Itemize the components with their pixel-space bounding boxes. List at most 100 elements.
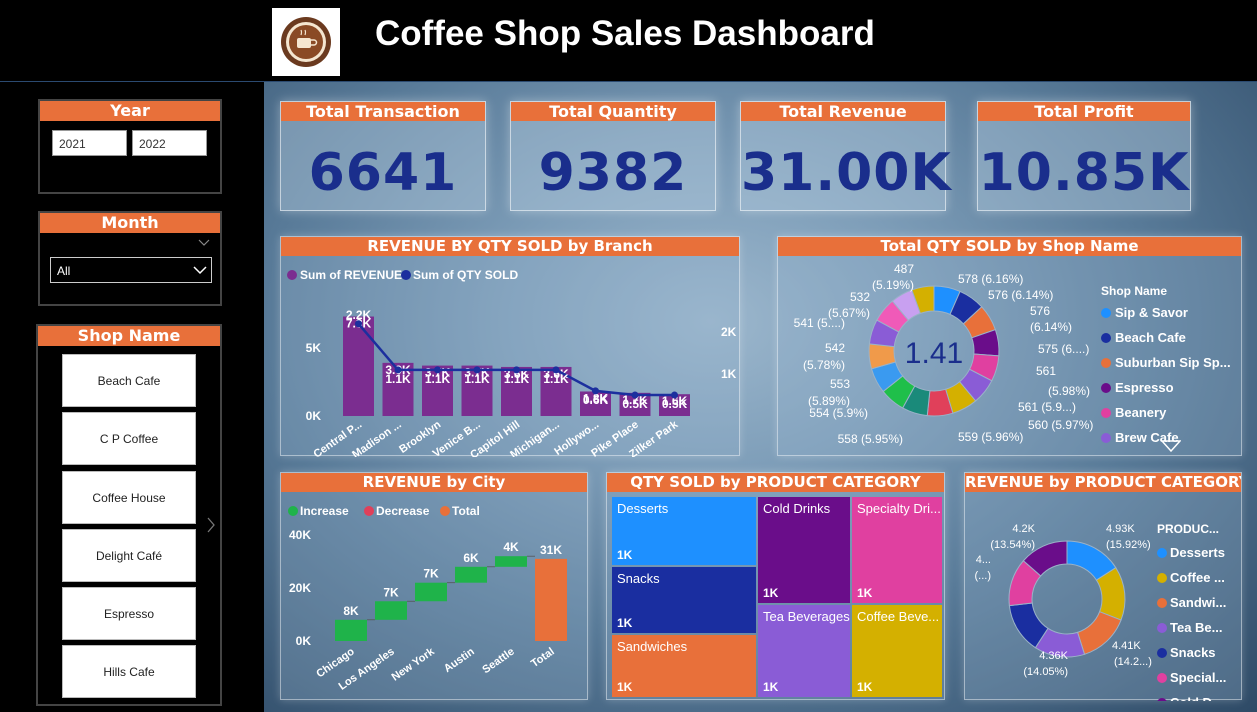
legend-marker xyxy=(1157,698,1167,701)
treemap-cell-label: Sandwiches xyxy=(617,639,688,654)
slice-data-label: (14.05%) xyxy=(1023,666,1068,678)
slice-data-label: (15.92%) xyxy=(1106,539,1151,551)
scroll-down-triangle-icon[interactable] xyxy=(1161,440,1181,452)
treemap-cell[interactable]: Cold Drinks 1K xyxy=(758,497,850,603)
shop-item-hills-cafe[interactable]: Hills Cafe xyxy=(62,645,196,698)
legend-marker xyxy=(401,270,411,280)
category-tick-label: New York xyxy=(390,645,438,684)
treemap-cell-value: 1K xyxy=(763,586,779,600)
legend-label[interactable]: Sandwi... xyxy=(1170,595,1226,610)
category-donut-chart: REVENUE by PRODUCT CATEGORY 4.93K (15.92%… xyxy=(964,472,1242,701)
increase-bar[interactable] xyxy=(455,566,487,583)
legend-marker xyxy=(287,270,297,280)
line-data-label: 1.1K xyxy=(543,372,569,386)
increase-bar[interactable] xyxy=(335,619,367,641)
slice-data-label: 4.2K xyxy=(1012,523,1035,535)
legend-label[interactable]: Cold D... xyxy=(1170,695,1223,701)
legend-label: Decrease xyxy=(376,504,430,518)
treemap-cell[interactable]: Sandwiches 1K xyxy=(612,635,756,697)
year-slicer: Year 2021 2022 xyxy=(38,99,222,194)
shop-donut-chart: Total QTY SOLD by Shop Name 1.41 578 (6.1… xyxy=(777,236,1242,456)
month-slicer: Month All xyxy=(38,211,222,306)
kpi-total-revenue: Total Revenue 31.00K xyxy=(740,101,951,211)
line-data-label: 2.2K xyxy=(346,308,372,322)
kpi-label: Total Profit xyxy=(978,102,1190,121)
line-data-label: 0.5K xyxy=(662,397,688,411)
revenue-bar[interactable] xyxy=(343,316,374,416)
month-dropdown[interactable]: All xyxy=(50,257,212,283)
coffee-shop-logo xyxy=(272,8,340,76)
slice-data-label: 487 xyxy=(894,262,914,276)
legend-marker xyxy=(364,506,374,516)
year-option-2022[interactable]: 2022 xyxy=(132,130,207,156)
total-bar[interactable] xyxy=(535,558,567,641)
slice-data-label: 561 xyxy=(1036,364,1056,378)
legend-label[interactable]: Special... xyxy=(1170,670,1226,685)
bar-data-label: 7K xyxy=(383,585,399,599)
shop-slicer: Shop Name Beach Cafe C P Coffee Coffee H… xyxy=(36,324,222,706)
legend-label[interactable]: Espresso xyxy=(1115,380,1174,395)
y-tick-label: 40K xyxy=(289,528,311,542)
shop-item-espresso[interactable]: Espresso xyxy=(62,587,196,640)
shop-item-delight-cafe[interactable]: Delight Café xyxy=(62,529,196,582)
treemap-cell-value: 1K xyxy=(617,680,633,694)
legend-marker xyxy=(440,506,450,516)
legend-marker xyxy=(1157,673,1167,683)
slice-data-label: (5.67%) xyxy=(828,306,870,320)
treemap-cell-label: Specialty Dri... xyxy=(857,501,941,516)
shop-slicer-title: Shop Name xyxy=(38,326,220,346)
line-data-label: 1.1K xyxy=(385,372,411,386)
treemap-cell[interactable]: Specialty Dri... 1K xyxy=(852,497,942,603)
shop-item-coffee-house[interactable]: Coffee House xyxy=(62,471,196,524)
line-data-label: 0.6K xyxy=(583,393,609,407)
legend-marker xyxy=(1157,623,1167,633)
shop-item-cp-coffee[interactable]: C P Coffee xyxy=(62,412,196,465)
line-data-label: 0.5K xyxy=(622,397,648,411)
shop-item-beach-cafe[interactable]: Beach Cafe xyxy=(62,354,196,407)
chevron-down-icon[interactable] xyxy=(198,239,210,247)
treemap-cell[interactable]: Coffee Beve... 1K xyxy=(852,605,942,697)
kpi-total-profit: Total Profit 10.85K xyxy=(977,101,1191,211)
increase-bar[interactable] xyxy=(375,601,407,620)
legend-label: Sum of REVENUE xyxy=(300,268,402,282)
kpi-label: Total Quantity xyxy=(511,102,715,121)
y-tick-label: 0K xyxy=(306,409,322,423)
slice-data-label: (5.78%) xyxy=(803,358,845,372)
legend-label[interactable]: Suburban Sip Sp... xyxy=(1115,355,1231,370)
y2-tick-label: 1K xyxy=(721,367,737,381)
legend-label[interactable]: Beanery xyxy=(1115,405,1167,420)
slice-data-label: 560 (5.97%) xyxy=(1028,418,1093,432)
legend-label[interactable]: Desserts xyxy=(1170,545,1225,560)
legend-label[interactable]: Coffee ... xyxy=(1170,570,1225,585)
legend-label[interactable]: Snacks xyxy=(1170,645,1216,660)
category-tick-label: Seattle xyxy=(480,646,516,677)
category-treemap: QTY SOLD by PRODUCT CATEGORY Desserts 1K S… xyxy=(606,472,945,700)
treemap-cell-label: Coffee Beve... xyxy=(857,609,940,624)
year-slicer-title: Year xyxy=(40,101,220,121)
year-option-2021[interactable]: 2021 xyxy=(52,130,127,156)
chart-title: REVENUE by City xyxy=(281,473,587,492)
legend-marker xyxy=(1157,573,1167,583)
chevron-right-icon[interactable] xyxy=(206,517,216,533)
treemap-cell-value: 1K xyxy=(857,586,873,600)
category-tick-label: Austin xyxy=(442,645,477,675)
increase-bar[interactable] xyxy=(415,582,447,602)
chart-title: REVENUE by PRODUCT CATEGORY xyxy=(965,473,1241,492)
slice-data-label: 542 xyxy=(825,341,845,355)
slice-data-label: 559 (5.96%) xyxy=(958,430,1023,444)
kpi-label: Total Revenue xyxy=(741,102,945,121)
slice-data-label: (6.14%) xyxy=(1030,320,1072,334)
legend-label[interactable]: Sip & Savor xyxy=(1115,305,1188,320)
treemap-area: Desserts 1K Snacks 1K Sandwiches 1K Cold Drink… xyxy=(612,497,942,697)
treemap-cell[interactable]: Desserts 1K xyxy=(612,497,756,565)
treemap-cell[interactable]: Tea Beverages 1K xyxy=(758,605,850,697)
kpi-total-transaction: Total Transaction 6641 xyxy=(280,101,486,211)
legend-marker xyxy=(1157,648,1167,658)
legend-label[interactable]: Tea Be... xyxy=(1170,620,1223,635)
slice-data-label: 554 (5.9%) xyxy=(809,406,868,420)
treemap-cell[interactable]: Snacks 1K xyxy=(612,567,756,633)
legend-label[interactable]: Beach Cafe xyxy=(1115,330,1186,345)
legend-title: Shop Name xyxy=(1101,284,1167,298)
slice-data-label: 575 (6....) xyxy=(1038,342,1089,356)
increase-bar[interactable] xyxy=(495,556,527,567)
